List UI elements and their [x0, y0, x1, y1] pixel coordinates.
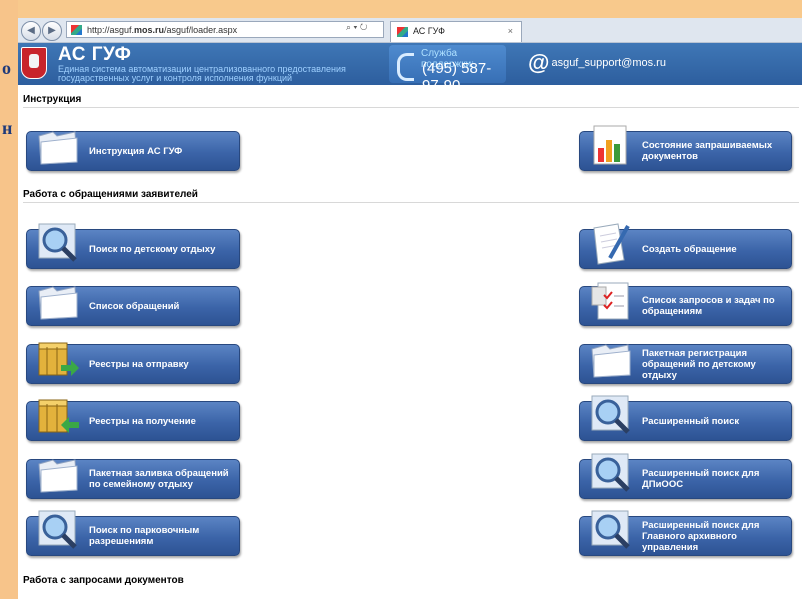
browser-window: ◀ ▶ http://asguf.mos.ru/asguf/loader.asp… — [18, 18, 802, 599]
magnifier-icon — [35, 507, 81, 553]
cropped-text-char: о — [2, 58, 11, 78]
moscow-crest-logo — [21, 47, 47, 79]
tile-label: Создать обращение — [642, 243, 737, 255]
checklist-icon — [588, 277, 634, 323]
app-title: АС ГУФ — [58, 44, 132, 65]
site-favicon-icon — [71, 25, 82, 35]
folder-icon — [35, 122, 81, 168]
tile-label: Реестры на отправку — [89, 358, 189, 370]
section-heading-applications: Работа с обращениями заявителей — [23, 189, 198, 200]
support-phone: (495) 587-97-90 — [422, 60, 492, 94]
browser-tab[interactable]: АС ГУФ × — [390, 21, 522, 42]
tile-label: Список запросов и задач по обращениям — [642, 295, 775, 317]
tile-label: Состояние запрашиваемых документов — [642, 140, 773, 162]
section-divider — [23, 202, 799, 203]
cropped-text-char: н — [2, 118, 13, 138]
support-email-box: @ asguf_support@mos.ru — [528, 49, 666, 77]
tile-label: Реестры на получение — [89, 415, 196, 427]
tile-label: Список обращений — [89, 300, 180, 312]
forward-button[interactable]: ▶ — [42, 21, 62, 41]
app-subtitle-line: государственных услуг и контроля исполне… — [58, 73, 293, 83]
app-header: АС ГУФ Единая система автоматизации цент… — [18, 43, 802, 94]
address-bar[interactable]: http://asguf.mos.ru/asguf/loader.aspx — [66, 21, 384, 38]
url-prefix: http://asguf. — [87, 25, 135, 35]
folder-icon — [35, 450, 81, 496]
registers-receive-button[interactable]: Реестры на получение — [26, 399, 240, 441]
advanced-search-button[interactable]: Расширенный поиск — [579, 395, 792, 441]
magnifier-icon — [588, 507, 634, 553]
tab-title: АС ГУФ — [413, 26, 445, 36]
search-parking-button[interactable]: Поиск по парковочным разрешениям — [26, 510, 240, 556]
url-domain: mos.ru — [134, 25, 165, 35]
folder-icon — [588, 335, 634, 381]
magnifier-icon — [35, 220, 81, 266]
tile-label: Инструкция АС ГУФ — [89, 145, 183, 157]
registers-send-button[interactable]: Реестры на отправку — [26, 342, 240, 384]
phone-icon — [397, 53, 414, 81]
magnifier-icon — [588, 450, 634, 496]
batch-registration-button[interactable]: Пакетная регистрация обращений по детско… — [579, 344, 792, 384]
email-at-icon: @ — [528, 50, 550, 75]
tab-close-icon[interactable]: × — [508, 22, 513, 41]
tile-label: Расширенный поиск для ДПиООС — [642, 468, 760, 490]
section-heading-documents: Работа с запросами документов — [23, 575, 184, 586]
magnifier-icon — [588, 392, 634, 438]
folder-icon — [35, 277, 81, 323]
bar-chart-icon — [588, 122, 634, 168]
tile-label: Расширенный поиск — [642, 415, 740, 427]
address-controls-icon[interactable]: ⌕ ▾ ↻ — [346, 22, 367, 33]
support-email[interactable]: asguf_support@mos.ru — [551, 57, 666, 69]
advanced-search-dpioos-button[interactable]: Расширенный поиск для ДПиООС — [579, 453, 792, 499]
url-path: /asguf/loader.aspx — [164, 25, 238, 35]
create-request-button[interactable]: Создать обращение — [579, 223, 792, 269]
instruction-button[interactable]: Инструкция АС ГУФ — [26, 131, 240, 171]
section-heading-instructions: Инструкция — [23, 94, 82, 105]
support-box: Служба поддержки: (495) 587-97-90 — [389, 45, 506, 94]
section-divider — [23, 107, 799, 108]
document-pen-icon — [588, 220, 634, 266]
archive-send-icon — [35, 335, 81, 381]
app-subtitle: Единая система автоматизации централизов… — [58, 65, 388, 83]
back-button[interactable]: ◀ — [21, 21, 41, 41]
tile-label: Расширенный поиск для Главного архивного… — [642, 519, 760, 553]
request-list-button[interactable]: Список обращений — [26, 286, 240, 326]
slide-background-strip: о н — [0, 0, 18, 599]
tab-favicon-icon — [397, 27, 408, 37]
tile-label: Поиск по детскому отдыху — [89, 243, 216, 255]
search-child-rest-button[interactable]: Поиск по детскому отдыху — [26, 223, 240, 269]
advanced-search-archive-button[interactable]: Расширенный поиск для Главного архивного… — [579, 510, 792, 556]
batch-upload-family-button[interactable]: Пакетная заливка обращений по семейному … — [26, 459, 240, 499]
tile-label: Пакетная регистрация обращений по детско… — [642, 347, 756, 381]
tile-label: Поиск по парковочным разрешениям — [89, 525, 200, 547]
browser-toolbar: ◀ ▶ http://asguf.mos.ru/asguf/loader.asp… — [18, 18, 802, 43]
tile-label: Пакетная заливка обращений по семейному … — [89, 468, 229, 490]
archive-receive-icon — [35, 392, 81, 438]
tasks-list-button[interactable]: Список запросов и задач по обращениям — [579, 282, 792, 326]
document-status-button[interactable]: Состояние запрашиваемых документов — [579, 125, 792, 171]
